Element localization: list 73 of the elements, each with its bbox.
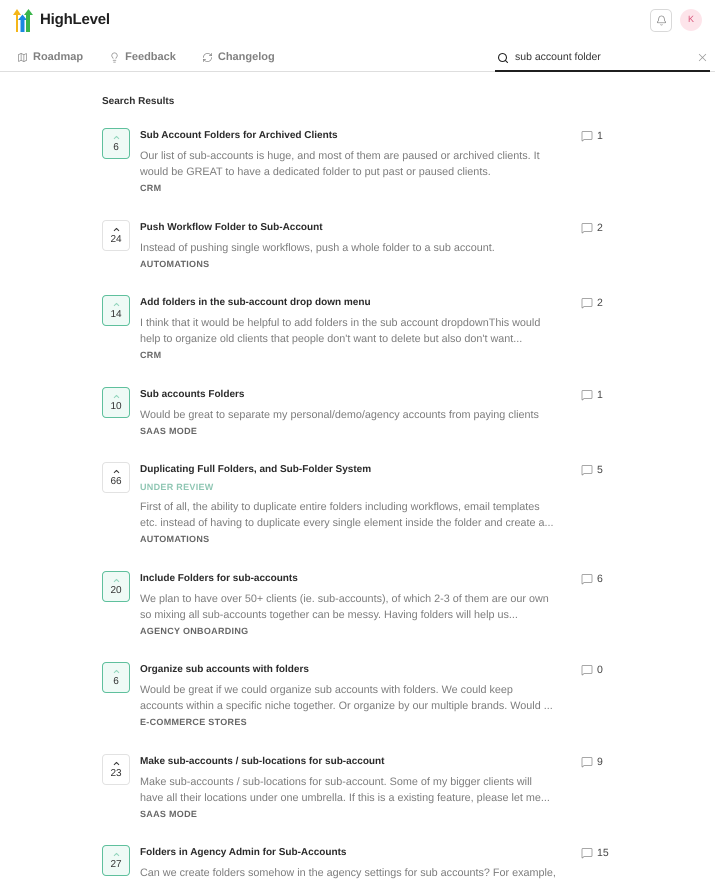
caret-icon	[112, 300, 120, 309]
upvote-button[interactable]: 10	[102, 386, 130, 418]
comment-icon	[581, 130, 593, 142]
results-heading: Search Results	[102, 95, 176, 109]
nav-tab[interactable]: Changelog	[202, 49, 275, 66]
nav-tab[interactable]: Feedback	[109, 49, 176, 66]
comment-count: 15	[597, 846, 609, 861]
caret-icon	[112, 467, 120, 476]
upvote-button[interactable]: 20	[102, 570, 130, 602]
caret-icon	[112, 850, 120, 859]
search-field[interactable]: sub account folder	[495, 38, 710, 72]
upvote-button[interactable]: 27	[102, 845, 130, 876]
category-label: AGENCY ONBOARDING	[140, 624, 248, 638]
comment-icon	[581, 664, 593, 676]
result-description: Our list of sub-accounts is huge, and most of them are paused or archived clients. It would be GREAT to have a dedicated folder to put past or paused clients.	[140, 149, 540, 180]
upvote-button[interactable]: 6	[102, 128, 130, 159]
result-description: First of all, the ability to duplicate entire folders including workflows, email templates etc. instead of having to duplicate every single element inside the folder and create a...	[140, 500, 554, 531]
comment-count: 2	[597, 220, 603, 236]
category-label: SAAS MODE	[140, 424, 198, 438]
category-label: AUTOMATIONS	[140, 533, 210, 546]
comment-count: 5	[597, 463, 603, 478]
category-label: AUTOMATIONS	[140, 258, 210, 270]
category-label: E-COMMERCE STORES	[140, 716, 247, 729]
lightbulb-icon	[109, 52, 120, 63]
upvote-button[interactable]: 14	[102, 295, 130, 326]
comment-icon	[581, 464, 593, 476]
app-name: HighLevel	[40, 10, 110, 30]
result-title[interactable]: Organize sub accounts with folders	[140, 662, 309, 678]
result-description: Would be great if we could organize sub accounts with folders. We could keep accounts within a specific niche together. Or organize by our multiple brands. Would ...	[140, 683, 553, 714]
notifications-button[interactable]	[650, 8, 672, 32]
bell-icon	[656, 14, 666, 26]
result-title[interactable]: Include Folders for sub-accounts	[140, 570, 298, 586]
comment-count: 9	[597, 754, 603, 770]
upvote-button[interactable]: 6	[102, 662, 130, 693]
result-title[interactable]: Duplicating Full Folders, and Sub-Folder System	[140, 462, 372, 478]
comment-icon	[581, 388, 593, 400]
comment-count: 1	[597, 129, 603, 144]
comment-icon	[581, 222, 593, 234]
upvote-button[interactable]: 23	[102, 754, 130, 784]
upvote-button[interactable]: 24	[102, 220, 130, 250]
status-label: UNDER REVIEW	[140, 481, 214, 494]
upvote-button[interactable]: 66	[102, 462, 130, 493]
logo-icon	[12, 8, 33, 32]
comment-count: 1	[597, 388, 603, 402]
comment-icon	[581, 756, 593, 768]
result-description: We plan to have over 50+ clients (ie. sub-accounts), of which 2-3 of them are our own so mixing all sub-accounts together can be messy. Having folders will help us...	[140, 592, 549, 622]
comment-icon	[581, 297, 593, 309]
search-icon	[497, 52, 509, 64]
map-icon	[17, 52, 28, 63]
nav-tab[interactable]: Roadmap	[17, 49, 84, 66]
result-title[interactable]: Add folders in the sub-account drop down menu	[140, 295, 371, 311]
caret-icon	[112, 667, 120, 676]
category-label: CRM	[140, 182, 162, 195]
result-title[interactable]: Folders in Agency Admin for Sub-Accounts	[140, 845, 346, 861]
category-label: SAAS MODE	[140, 808, 198, 820]
caret-icon	[112, 133, 120, 142]
category-label: CRM	[140, 349, 162, 362]
result-title[interactable]: Make sub-accounts / sub-locations for sub-account	[140, 754, 384, 770]
close-icon[interactable]	[696, 51, 709, 64]
result-description: Instead of pushing single workflows, push a whole folder to a sub account.	[140, 240, 495, 256]
comment-icon	[581, 572, 593, 584]
comment-icon	[581, 847, 593, 859]
comment-count: 0	[597, 663, 603, 678]
result-description: Would be great to separate my personal/demo/agency accounts from paying clients	[140, 408, 539, 422]
refresh-icon	[202, 52, 213, 63]
result-title[interactable]: Push Workflow Folder to Sub-Account	[140, 220, 323, 236]
result-title[interactable]: Sub Account Folders for Archived Clients	[140, 128, 338, 144]
result-title[interactable]: Sub accounts Folders	[140, 386, 244, 402]
comment-count: 6	[597, 572, 603, 586]
result-description: Make sub-accounts / sub-locations for sub-account. Some of my bigger clients will have all their locations under one umbrella. If this is a existing feature, please let me...	[140, 774, 550, 806]
result-description: I think that it would be helpful to add folders in the sub account dropdownThis would help to organize old clients that people don't want to delete but also don't want...	[140, 316, 540, 347]
comment-count: 2	[597, 296, 603, 311]
result-description: Can we create folders somehow in the agency settings for sub accounts? For example,	[140, 866, 556, 881]
